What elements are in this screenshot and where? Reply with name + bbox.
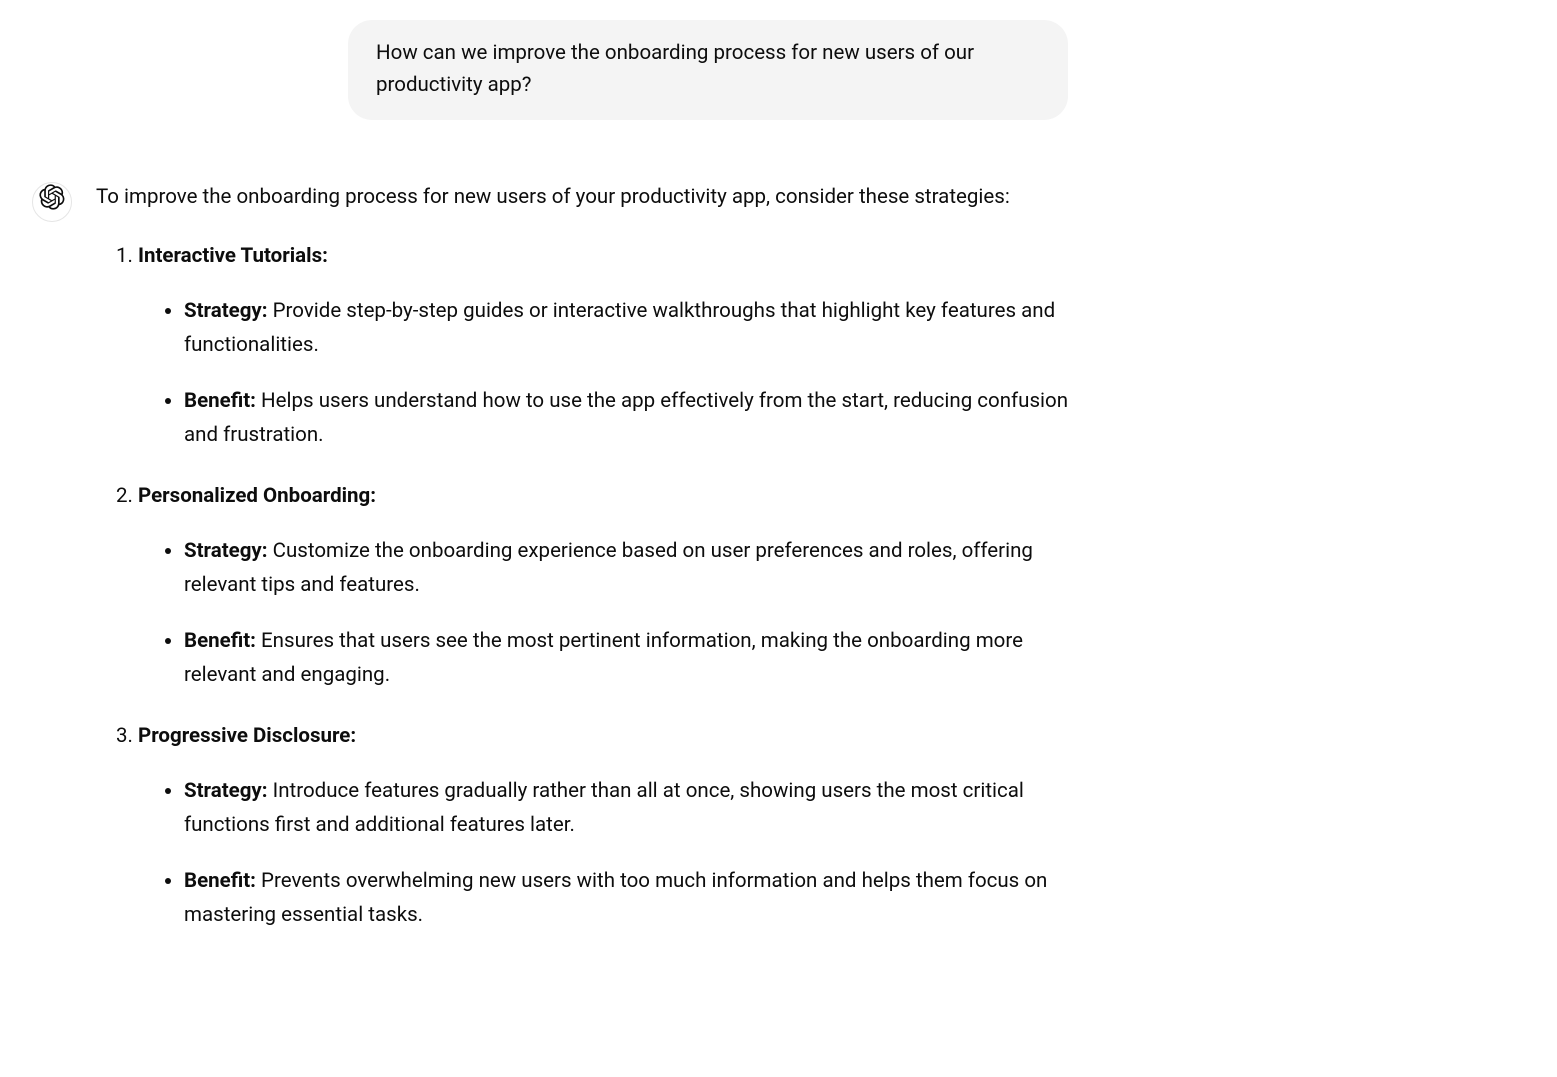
strategy-label: Strategy: [184, 539, 268, 563]
user-message-row: How can we improve the onboarding proces… [20, 20, 1517, 120]
strategy-text: Provide step-by-step guides or interacti… [184, 299, 1055, 357]
strategies-list: Interactive Tutorials: Strategy: Provide… [96, 240, 1076, 932]
strategy-point: Strategy: Introduce features gradually r… [184, 775, 1076, 843]
assistant-message-content[interactable]: To improve the onboarding process for ne… [96, 180, 1076, 961]
benefit-label: Benefit: [184, 629, 256, 653]
strategy-text: Customize the onboarding experience base… [184, 539, 1033, 597]
strategy-title: Interactive Tutorials: [138, 244, 328, 268]
benefit-point: Benefit: Helps users understand how to u… [184, 385, 1076, 453]
assistant-message-row: To improve the onboarding process for ne… [20, 180, 1517, 961]
user-message-bubble[interactable]: How can we improve the onboarding proces… [348, 20, 1068, 120]
benefit-text: Helps users understand how to use the ap… [184, 389, 1068, 447]
strategy-point: Strategy: Customize the onboarding exper… [184, 535, 1076, 603]
assistant-avatar [32, 182, 72, 222]
chat-container: How can we improve the onboarding proces… [0, 0, 1557, 981]
openai-logo-icon [39, 184, 65, 219]
assistant-intro-text: To improve the onboarding process for ne… [96, 180, 1076, 215]
strategy-item: Interactive Tutorials: Strategy: Provide… [138, 240, 1076, 452]
strategy-item: Progressive Disclosure: Strategy: Introd… [138, 720, 1076, 932]
strategy-text: Introduce features gradually rather than… [184, 779, 1024, 837]
benefit-label: Benefit: [184, 869, 256, 893]
benefit-text: Ensures that users see the most pertinen… [184, 629, 1023, 687]
strategy-title: Personalized Onboarding: [138, 484, 376, 508]
strategy-title: Progressive Disclosure: [138, 724, 356, 748]
benefit-text: Prevents overwhelming new users with too… [184, 869, 1047, 927]
strategy-point: Strategy: Provide step-by-step guides or… [184, 295, 1076, 363]
benefit-point: Benefit: Prevents overwhelming new users… [184, 865, 1076, 933]
strategy-details: Strategy: Customize the onboarding exper… [138, 535, 1076, 692]
strategy-item: Personalized Onboarding: Strategy: Custo… [138, 480, 1076, 692]
benefit-point: Benefit: Ensures that users see the most… [184, 625, 1076, 693]
strategy-details: Strategy: Provide step-by-step guides or… [138, 295, 1076, 452]
benefit-label: Benefit: [184, 389, 256, 413]
strategy-details: Strategy: Introduce features gradually r… [138, 775, 1076, 932]
strategy-label: Strategy: [184, 779, 268, 803]
strategy-label: Strategy: [184, 299, 268, 323]
